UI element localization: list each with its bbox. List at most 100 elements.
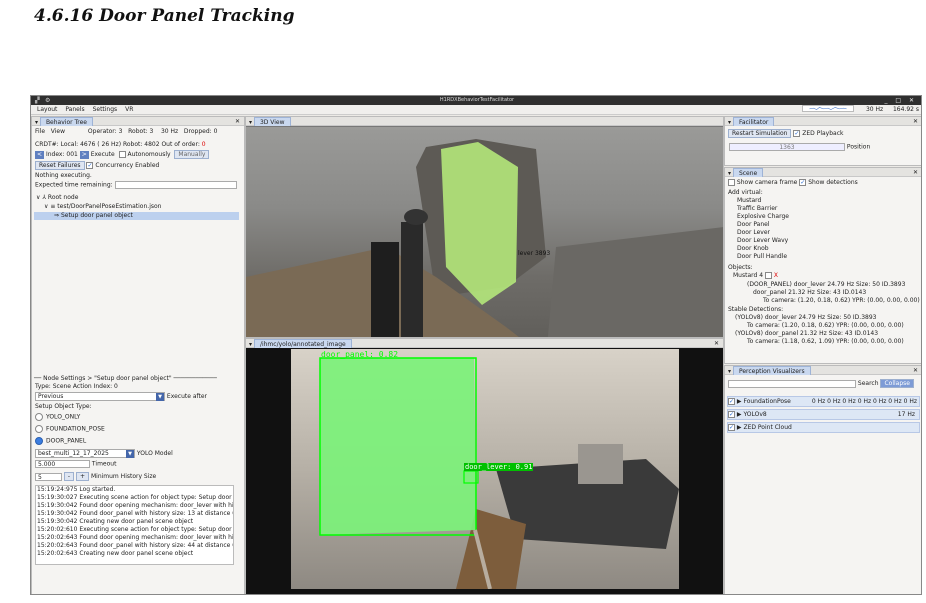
panel-menu-icon[interactable]: ▾ bbox=[728, 170, 731, 177]
panel-menu-icon[interactable]: ▾ bbox=[728, 368, 731, 375]
expand-arrow-icon[interactable]: ▶ bbox=[737, 411, 742, 418]
tab-scene[interactable]: Scene bbox=[732, 168, 764, 177]
tree-action-selected[interactable]: ⇒ Setup door panel object bbox=[34, 212, 239, 220]
menu-vr[interactable]: VR bbox=[125, 106, 133, 113]
virtual-item-mustard[interactable]: Mustard bbox=[737, 197, 761, 205]
close-icon[interactable]: ✕ bbox=[714, 339, 719, 348]
close-icon[interactable]: ✕ bbox=[235, 117, 240, 126]
menu-settings[interactable]: Settings bbox=[93, 106, 118, 113]
tree-action-label: Setup door panel object bbox=[60, 212, 133, 219]
chevron-down-icon: ▼ bbox=[156, 393, 164, 401]
index-label: Index: 001 bbox=[45, 151, 78, 158]
expand-arrow-icon[interactable]: ▶ bbox=[737, 424, 742, 431]
status-area: 30 Hz 164.92 s bbox=[802, 105, 919, 115]
show-camera-frame-checkbox[interactable] bbox=[728, 179, 735, 186]
tab-behavior-tree[interactable]: Behavior Tree bbox=[39, 117, 93, 126]
object-mustard-checkbox[interactable] bbox=[764, 272, 772, 279]
window-controls[interactable]: _ □ ✕ bbox=[884, 96, 917, 105]
previous-index-button[interactable]: < bbox=[35, 151, 45, 159]
menu-layout[interactable]: Layout bbox=[37, 106, 57, 113]
search-button[interactable]: Search bbox=[858, 380, 879, 387]
option-yolo-only[interactable]: YOLO_ONLY bbox=[35, 413, 80, 422]
virtual-item-door-knob[interactable]: Door Knob bbox=[737, 245, 769, 253]
history-decrement-button[interactable]: - bbox=[63, 472, 75, 481]
position-slider[interactable]: 1363 bbox=[729, 143, 845, 151]
radio-yolo-only[interactable] bbox=[35, 413, 43, 421]
visualizer-checkbox[interactable]: ✓ bbox=[728, 411, 735, 418]
perception-search-input[interactable] bbox=[728, 379, 856, 388]
dropped-count: Dropped: 0 bbox=[183, 128, 218, 135]
tree-file[interactable]: ∨ ≡ test/DoorPanelPoseEstimation.json bbox=[44, 203, 161, 211]
visualizer-checkbox[interactable]: ✓ bbox=[728, 398, 735, 405]
reset-row: Reset Failures ✓ Concurrency Enabled bbox=[35, 161, 159, 170]
expand-arrow-icon[interactable]: ▶ bbox=[737, 398, 742, 405]
behavior-tree-panel: ▾ Behavior Tree ✕ File View Operator: 3 … bbox=[31, 116, 245, 594]
manually-button[interactable]: Manually bbox=[174, 150, 210, 159]
tab-annotated-image[interactable]: /ihmc/yolo/annotated_image bbox=[253, 339, 352, 348]
model-select[interactable]: best_multi_12_17_2025 ▼ bbox=[35, 449, 135, 458]
panel-menu-icon[interactable]: ▾ bbox=[249, 119, 252, 126]
history-field[interactable]: 5 bbox=[35, 472, 62, 481]
close-icon[interactable]: ✕ bbox=[913, 168, 918, 177]
virtual-item-explosive-charge[interactable]: Explosive Charge bbox=[737, 213, 789, 221]
virtual-item-door-panel[interactable]: Door Panel bbox=[737, 221, 770, 229]
tab-3d-view[interactable]: 3D View bbox=[253, 117, 291, 126]
stable-line: (YOLOv8) door_lever 24.79 Hz Size: 50 ID… bbox=[735, 314, 877, 321]
radio-foundation-pose[interactable] bbox=[35, 425, 43, 433]
close-icon[interactable]: ✕ bbox=[913, 366, 918, 375]
menu-panels[interactable]: Panels bbox=[65, 106, 84, 113]
next-index-button[interactable]: > bbox=[79, 151, 89, 159]
3d-viewport[interactable]: lever 3893 bbox=[246, 127, 723, 337]
virtual-item-door-lever[interactable]: Door Lever bbox=[737, 229, 770, 237]
visualizer-checkbox[interactable]: ✓ bbox=[728, 424, 735, 431]
panel-menu-icon[interactable]: ▾ bbox=[728, 119, 731, 126]
option-yolo-only-label: YOLO_ONLY bbox=[46, 413, 81, 421]
perception-panel: ▾ Perception Visualizers ✕ Search Collap… bbox=[724, 365, 921, 594]
facilitator-header: ▾ Facilitator ✕ bbox=[725, 117, 921, 126]
tab-perception-visualizers[interactable]: Perception Visualizers bbox=[732, 366, 811, 375]
bt-menu-file[interactable]: File bbox=[35, 128, 45, 135]
scene-toggles: Show camera frame ✓ Show detections bbox=[728, 179, 858, 187]
execute-label[interactable]: Execute bbox=[91, 151, 115, 158]
panel-menu-icon[interactable]: ▾ bbox=[35, 119, 38, 126]
zed-playback-label: ZED Playback bbox=[802, 130, 844, 137]
log-line: 15:19:30:027 Executing scene action for … bbox=[37, 494, 234, 501]
panel-menu-icon[interactable]: ▾ bbox=[249, 341, 252, 348]
timeout-field[interactable]: 5.000 bbox=[35, 460, 90, 468]
tab-facilitator[interactable]: Facilitator bbox=[732, 117, 775, 126]
virtual-item-door-pull-handle[interactable]: Door Pull Handle bbox=[737, 253, 787, 261]
show-detections-checkbox[interactable]: ✓ bbox=[799, 179, 807, 186]
restart-simulation-button[interactable]: Restart Simulation bbox=[728, 129, 792, 138]
remove-object-button[interactable]: X bbox=[774, 272, 778, 279]
option-foundation-pose[interactable]: FOUNDATION_POSE bbox=[35, 425, 105, 434]
close-icon[interactable]: ✕ bbox=[913, 117, 918, 126]
node-settings-title: ── Node Settings > "Setup door panel obj… bbox=[34, 375, 217, 382]
log-line: 15:20:02:643 Creating new door panel sce… bbox=[37, 550, 194, 557]
expand-icon[interactable]: ∨ bbox=[36, 194, 40, 201]
tree-root[interactable]: ∨ ⅄ Root node bbox=[36, 194, 78, 202]
virtual-item-door-lever-wavy[interactable]: Door Lever Wavy bbox=[737, 237, 788, 245]
virtual-item-traffic-barrier[interactable]: Traffic Barrier bbox=[737, 205, 777, 213]
log-line: 15:19:30:042 Creating new door panel sce… bbox=[37, 518, 194, 525]
visualizer-name: FoundationPose bbox=[743, 398, 791, 405]
expand-icon[interactable]: ∨ bbox=[44, 203, 48, 210]
expected-time-field[interactable] bbox=[114, 181, 237, 189]
visualizer-foundationpose[interactable]: ✓ ▶ FoundationPose 0 Hz 0 Hz 0 Hz 0 Hz 0… bbox=[727, 396, 920, 407]
bt-menu-view[interactable]: View bbox=[51, 128, 65, 135]
option-door-panel[interactable]: DOOR_PANEL bbox=[35, 437, 86, 446]
reset-failures-button[interactable]: Reset Failures bbox=[35, 161, 85, 170]
concurrency-checkbox[interactable]: ✓ bbox=[86, 162, 94, 169]
visualizer-zed-point-cloud[interactable]: ✓ ▶ ZED Point Cloud bbox=[727, 422, 920, 433]
history-increment-button[interactable]: + bbox=[76, 472, 90, 481]
visualizer-yolov8[interactable]: ✓ ▶ YOLOv8 17 Hz bbox=[727, 409, 920, 420]
radio-door-panel[interactable] bbox=[35, 437, 43, 445]
perception-header: ▾ Perception Visualizers ✕ bbox=[725, 366, 921, 375]
behavior-tree-header: ▾ Behavior Tree ✕ bbox=[32, 117, 244, 126]
autonomously-checkbox[interactable] bbox=[118, 151, 126, 158]
previous-select[interactable]: Previous ▼ bbox=[35, 392, 165, 401]
stable-line: To camera: (1.20, 0.18, 0.62) YPR: (0.00… bbox=[747, 322, 904, 329]
crdt-status: CRDT#: Local: 4676 ( 26 Hz) Robot: 4802 … bbox=[35, 141, 206, 149]
zed-playback-checkbox[interactable]: ✓ bbox=[793, 130, 801, 137]
log-output: 15:19:24:975 Log started. 15:19:30:027 E… bbox=[35, 485, 234, 565]
collapse-button[interactable]: Collapse bbox=[880, 379, 914, 388]
